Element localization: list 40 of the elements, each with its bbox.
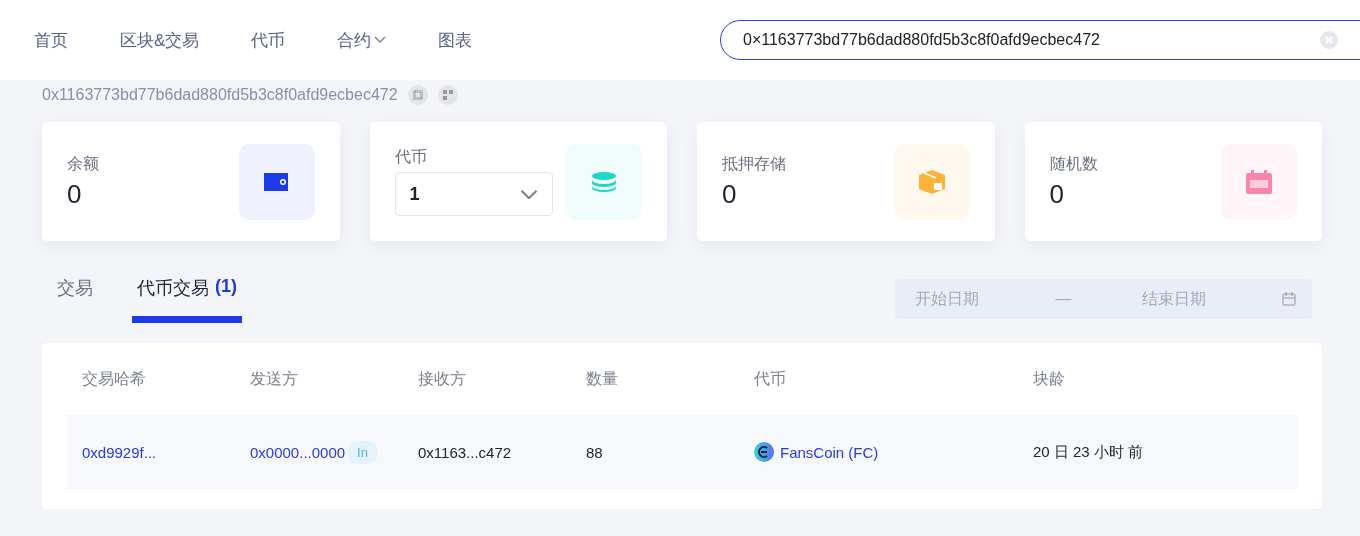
nav-link[interactable]: 首页 <box>34 28 68 52</box>
card-value: 0 <box>67 178 83 210</box>
column-header: 交易哈希 <box>82 368 147 389</box>
nav-link[interactable]: 图表 <box>438 28 473 52</box>
clear-icon[interactable] <box>1320 31 1338 49</box>
card-value: 0 <box>722 178 738 210</box>
card-label: 抵押存储 <box>722 153 786 174</box>
locked-box-icon <box>918 169 945 194</box>
coins-icon <box>591 171 617 192</box>
card-label: 余额 <box>67 153 99 174</box>
address-text: 0x1163773bd77b6dad880fd5b3c8f0afd9ecbec472 <box>42 86 398 104</box>
nav-link[interactable]: 合约 <box>337 28 387 52</box>
qr-code-icon[interactable] <box>437 85 458 105</box>
calendar-icon <box>1282 292 1296 306</box>
card-label: 随机数 <box>1049 153 1098 174</box>
search-field[interactable]: 0×1163773bd77b6dad880fd5b3c8f0afd9ecbec472 <box>720 20 1360 60</box>
coin-logo-icon <box>754 442 774 462</box>
table-cell-text: 20 日 23 小时 前 <box>1033 442 1145 462</box>
column-header: 发送方 <box>250 368 299 389</box>
hash-link[interactable]: 0xd9929f... <box>82 443 250 461</box>
wallet-icon <box>263 172 290 191</box>
tab[interactable]: 代币交易 (1) <box>132 275 242 323</box>
table-cell-text: 0x1163...c472 <box>418 443 513 461</box>
nav-link[interactable]: 区块&交易 <box>120 28 200 52</box>
token-select[interactable]: 1 <box>394 172 553 216</box>
copy-icon[interactable] <box>407 85 428 105</box>
direction-badge: In <box>347 440 378 464</box>
sender-link[interactable]: 0x0000...0000 <box>250 443 346 461</box>
column-header: 接收方 <box>418 368 467 389</box>
column-header: 代币 <box>754 368 787 389</box>
column-header: 块龄 <box>1033 368 1066 389</box>
card-label: 代币 <box>394 147 428 167</box>
card-value: 0 <box>1049 178 1065 210</box>
calendar-icon <box>1246 169 1272 194</box>
table-cell-text: 88 <box>586 443 604 461</box>
column-header: 数量 <box>586 368 619 389</box>
nav-link[interactable]: 代币 <box>251 28 286 52</box>
token-link[interactable]: FansCoin (FC) <box>780 443 879 461</box>
tab[interactable]: 交易 <box>52 275 98 323</box>
chevron-down-icon <box>519 188 538 200</box>
